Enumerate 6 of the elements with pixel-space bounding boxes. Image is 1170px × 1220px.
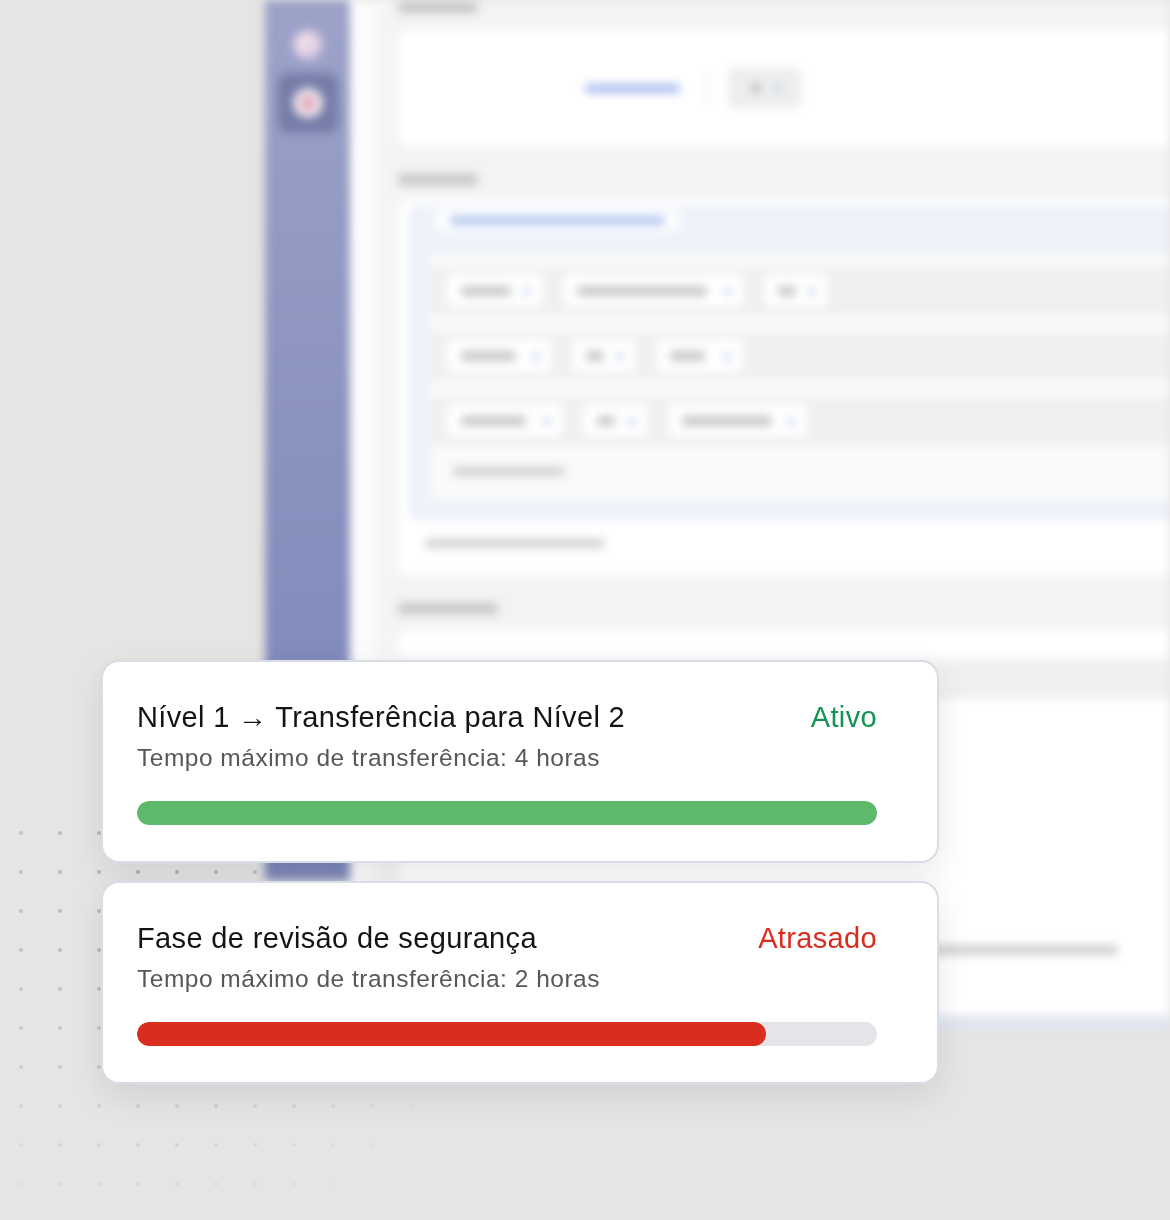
card-subtitle: Tempo máximo de transferência: 4 horas — [137, 744, 600, 772]
status-label: Atrasado — [758, 921, 877, 955]
card-title: Nível 1 → Transferência para Nível 2 — [137, 700, 626, 734]
card-title: Fase de revisão de segurança — [137, 921, 537, 955]
card-subtitle: Tempo máximo de transferência: 2 horas — [137, 965, 600, 993]
status-label: Ativo — [810, 700, 877, 734]
